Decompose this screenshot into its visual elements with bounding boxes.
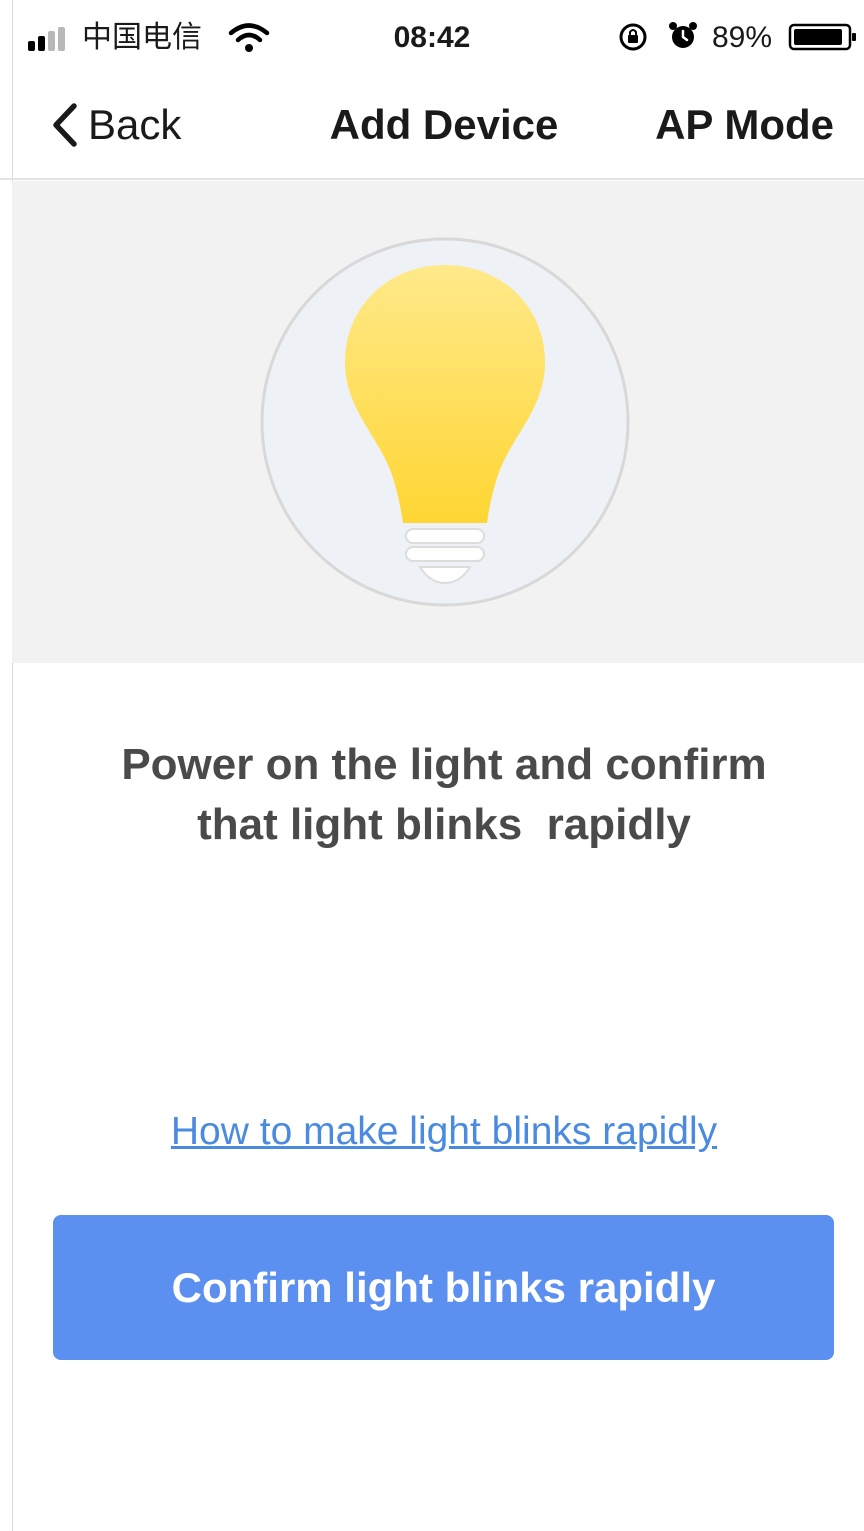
battery-percentage: 89%	[712, 21, 773, 54]
ap-mode-button[interactable]: AP Mode	[655, 96, 834, 154]
battery-icon	[788, 23, 856, 51]
light-bulb-icon	[260, 237, 630, 607]
instruction-text: Power on the light and confirm that ligh…	[0, 735, 864, 855]
confirm-button[interactable]: Confirm light blinks rapidly	[53, 1215, 834, 1360]
alarm-clock-icon	[669, 22, 697, 48]
instruction-line-2: that light blinks rapidly	[197, 800, 691, 849]
instruction-line-1: Power on the light and confirm	[121, 740, 767, 789]
illustration-panel	[12, 181, 864, 663]
help-link[interactable]: How to make light blinks rapidly	[0, 1106, 864, 1158]
orientation-lock-icon	[619, 23, 647, 51]
navigation-bar: Back Add Device AP Mode	[0, 72, 864, 180]
status-bar: 中国电信 08:42 89%	[0, 0, 864, 72]
